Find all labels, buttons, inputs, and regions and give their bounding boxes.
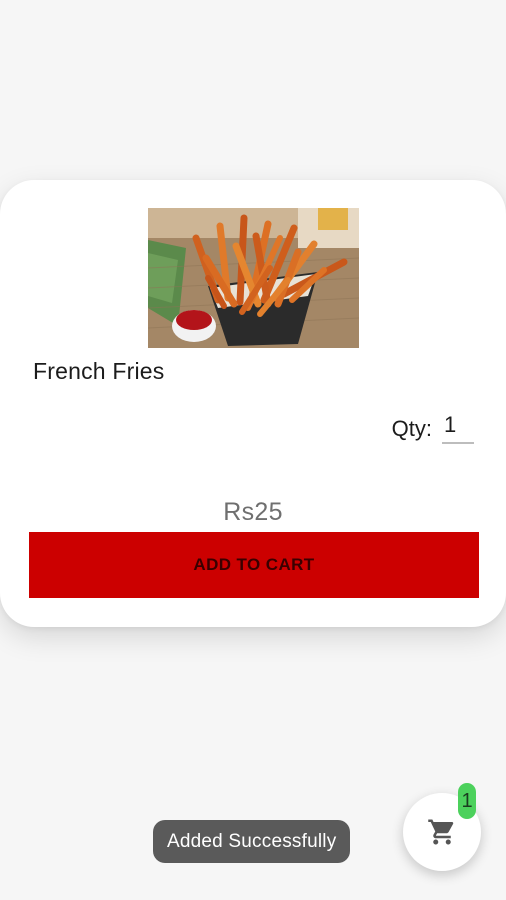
quantity-label: Qty: (391, 416, 432, 441)
product-card: French Fries Qty: Rs25 ADD TO CART (0, 180, 506, 627)
app-screen: French Fries Qty: Rs25 ADD TO CART Added… (0, 0, 506, 900)
cart-count-badge: 1 (458, 783, 476, 819)
toast-message: Added Successfully (153, 820, 351, 863)
product-name: French Fries (33, 358, 165, 384)
shopping-cart-icon (427, 817, 457, 847)
quantity-input[interactable] (442, 410, 474, 444)
add-to-cart-button[interactable]: ADD TO CART (29, 532, 479, 598)
product-price: Rs25 (223, 498, 283, 526)
quantity-row: Qty: (392, 410, 474, 444)
product-image (148, 208, 359, 348)
